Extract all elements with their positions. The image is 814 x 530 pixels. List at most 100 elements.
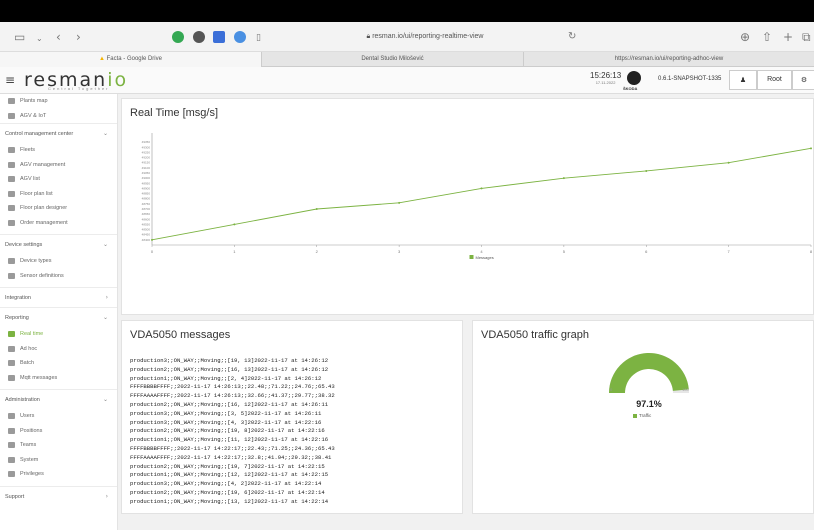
address-bar[interactable]: 🔒︎ resman.io/ui/reporting-realtime-view — [260, 29, 590, 45]
sidebar-item-label: System — [20, 456, 39, 463]
sidebar-toggle-icon[interactable]: ▭ — [14, 30, 25, 44]
sidebar-item-fleets[interactable]: Fleets — [0, 143, 117, 158]
screen-top-bar — [0, 0, 814, 22]
y-tick-label: 49100 — [142, 166, 151, 170]
vda-message-log: production3;;ON_WAY;;Moving;;[19, 13]202… — [130, 357, 335, 507]
sidebar-item-label: Floor plan list — [20, 190, 53, 197]
log-line: production2;;ON_WAY;;Moving;;[19, 7]2022… — [130, 462, 325, 470]
download-icon[interactable]: ⊕ — [740, 30, 750, 44]
sidebar-item-system[interactable]: System — [0, 453, 117, 468]
chevron-down-icon: ⌄ — [102, 314, 108, 321]
sidebar-item-sensor-definitions[interactable]: Sensor definitions — [0, 269, 117, 284]
tab-dental-studio[interactable]: Dental Studio Milošević — [262, 52, 524, 67]
sidebar-item-label: AGV & IoT — [20, 112, 47, 119]
sidebar: Plants map AGV & IoT Control management ce… — [0, 94, 118, 530]
sidebar-item-teams[interactable]: Teams — [0, 438, 117, 453]
sidebar-item-order-management[interactable]: Order management — [0, 216, 117, 231]
gauge-fill — [609, 353, 689, 393]
settings-button[interactable]: ⚙ — [792, 70, 814, 90]
y-tick-label: 48900 — [142, 186, 151, 190]
tab-resman-adhoc[interactable]: https://resman.io/ui/reporting-adhoc-vie… — [524, 52, 814, 67]
data-point — [233, 223, 236, 226]
sidebar-item-real-time[interactable]: Real time — [0, 327, 117, 342]
sidebar-item-label: Floor plan designer — [20, 205, 68, 211]
new-tab-icon[interactable]: + — [783, 30, 793, 44]
gear-icon — [8, 112, 15, 119]
user-name-button[interactable]: Root — [757, 70, 792, 90]
x-tick-label: 7 — [728, 249, 731, 254]
x-tick-label: 5 — [563, 249, 566, 254]
gauge-max-label: 100 — [682, 387, 689, 392]
vda-messages-card: VDA5050 messages production3;;ON_WAY;;Mo… — [121, 320, 463, 514]
fleet-icon — [8, 147, 15, 153]
users-icon — [8, 442, 15, 448]
sidebar-section-integration[interactable]: Integration › — [0, 287, 117, 307]
chevron-down-icon[interactable]: ⌄ — [36, 32, 43, 46]
hamburger-menu-icon[interactable]: ≡ — [5, 73, 15, 87]
user-button[interactable]: ♟ — [729, 70, 757, 90]
logo-tagline: Central Together — [48, 86, 110, 91]
sidebar-item-users[interactable]: Users — [0, 409, 117, 424]
sidebar-item-plants-map[interactable]: Plants map — [0, 94, 117, 109]
users-icon — [8, 471, 15, 477]
sidebar-section-administration[interactable]: Administration ⌄ — [0, 389, 117, 409]
sidebar-section-reporting[interactable]: Reporting ⌄ — [0, 307, 117, 327]
sidebar-item-floor-plan-designer[interactable]: Floor plan designer — [0, 201, 117, 216]
browser-toolbar: ▭ ⌄ ‹ › ▯ 🔒︎ resman.io/ui/reporting-real… — [0, 22, 814, 52]
log-line: production3;;ON_WAY;;Moving;;[3, 5]2022-… — [130, 409, 322, 417]
extension-icon[interactable] — [172, 31, 184, 43]
sidebar-item-agv-management[interactable]: AGV management — [0, 158, 117, 173]
forward-icon[interactable]: › — [76, 30, 81, 44]
log-line: FFFFAAAAFFFF;;2022-11-17 14:22:17;;32.8;… — [130, 453, 332, 461]
bookmark-extension-icon[interactable] — [234, 31, 246, 43]
sidebar-item-mqtt-messages[interactable]: Mqtt messages — [0, 371, 117, 386]
chevron-down-icon: ⌄ — [102, 130, 108, 137]
sidebar-item-ad-hoc[interactable]: Ad hoc — [0, 342, 117, 357]
gear-icon: ⚙ — [800, 76, 808, 84]
sidebar-section-title: Integration — [5, 295, 31, 301]
users-icon — [8, 413, 15, 419]
sidebar-item-positions[interactable]: Positions — [0, 424, 117, 439]
browser-tabs: ▲ Facta - Google Drive Dental Studio Mil… — [0, 52, 814, 67]
legend-swatch — [633, 413, 637, 418]
tab-google-drive[interactable]: ▲ Facta - Google Drive — [0, 52, 262, 67]
y-tick-label: 48550 — [142, 222, 151, 226]
sidebar-section-device-settings[interactable]: Device settings ⌄ — [0, 234, 117, 254]
log-line: production1;;ON_WAY;;Moving;;[11, 12]202… — [130, 436, 329, 444]
tabs-overview-icon[interactable]: ⧉ — [802, 30, 811, 44]
sidebar-item-label: Positions — [20, 427, 43, 434]
skoda-logo-icon — [627, 71, 641, 85]
back-icon[interactable]: ‹ — [56, 30, 61, 44]
share-icon[interactable]: ⇧ — [762, 30, 772, 44]
reload-icon[interactable]: ↻ — [568, 30, 576, 44]
screenshot-icon[interactable] — [213, 31, 225, 43]
log-line: production3;;ON_WAY;;Moving;;[4, 2]2022-… — [130, 480, 322, 488]
log-line: production2;;ON_WAY;;Moving;;[16, 13]202… — [130, 365, 329, 373]
sidebar-item-floor-plan-list[interactable]: Floor plan list — [0, 187, 117, 202]
privacy-icon[interactable] — [193, 31, 205, 43]
sidebar-item-device-types[interactable]: Device types — [0, 254, 117, 269]
sidebar-section-title: Control management center — [5, 131, 74, 137]
log-line: production3;;ON_WAY;;Moving;;[19, 13]202… — [130, 357, 329, 364]
sidebar-item-batch[interactable]: Batch — [0, 356, 117, 371]
y-tick-label: 48500 — [142, 228, 151, 232]
main-content: Real Time [msg/s] 48400 48450 48500 48550 48… — [118, 94, 814, 530]
chevron-right-icon: › — [105, 294, 108, 301]
log-line: production2;;ON_WAY;;Moving;;[19, 6]2022… — [130, 488, 325, 496]
sidebar-item-privileges[interactable]: Privileges — [0, 467, 117, 482]
message-icon — [8, 374, 15, 381]
realtime-card: Real Time [msg/s] 48400 48450 48500 48550 48… — [121, 98, 814, 315]
sidebar-section-support[interactable]: Support › — [0, 485, 117, 506]
series-line — [151, 147, 812, 241]
vda-messages-title: VDA5050 messages — [130, 329, 231, 341]
user-icon: ♟ — [739, 76, 747, 84]
sidebar-item-agv-list[interactable]: AGV list — [0, 172, 117, 187]
legend-label: Messages — [476, 255, 494, 260]
y-tick-label: 49250 — [142, 150, 151, 154]
sidebar-item-agv-iot[interactable]: AGV & IoT — [0, 109, 117, 124]
users-icon — [8, 427, 15, 434]
clock-date: 17.11.2022 — [595, 80, 616, 85]
gauge-value-label: 97.1% — [636, 399, 662, 409]
chart-icon — [8, 331, 15, 337]
sidebar-section-control-management-center[interactable]: Control management center ⌄ — [0, 123, 117, 143]
